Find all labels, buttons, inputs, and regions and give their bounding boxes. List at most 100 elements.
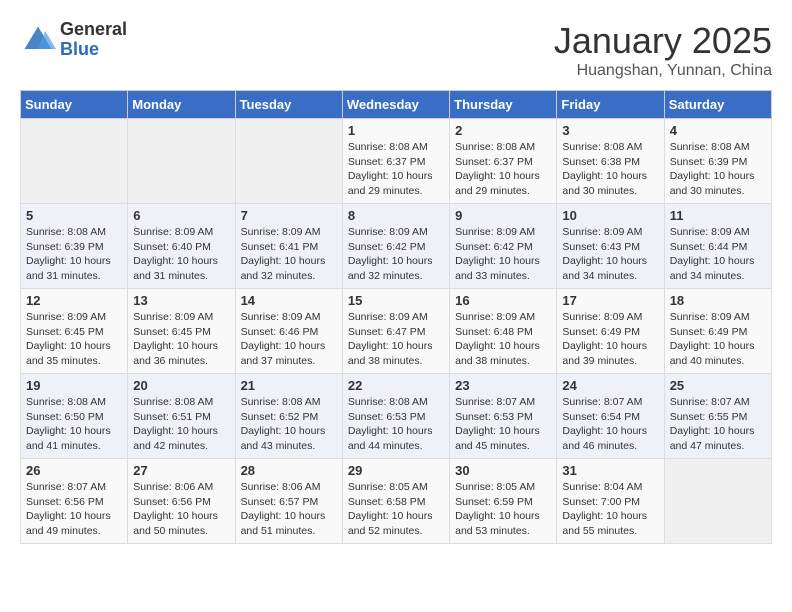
day-info: Sunrise: 8:08 AM Sunset: 6:51 PM Dayligh… bbox=[133, 395, 229, 454]
day-number: 6 bbox=[133, 208, 229, 223]
day-info: Sunrise: 8:09 AM Sunset: 6:42 PM Dayligh… bbox=[455, 225, 551, 284]
day-number: 16 bbox=[455, 293, 551, 308]
table-row: 27Sunrise: 8:06 AM Sunset: 6:56 PM Dayli… bbox=[128, 459, 235, 544]
day-number: 19 bbox=[26, 378, 122, 393]
table-row: 10 Sunrise: 8:09 AM Sunset: 6:43 PM Dayli… bbox=[557, 204, 664, 289]
table-row: 18 Sunrise: 8:09 AM Sunset: 6:49 PM Dayli… bbox=[664, 289, 771, 374]
table-row: 17 Sunrise: 8:09 AM Sunset: 6:49 PM Dayli… bbox=[557, 289, 664, 374]
table-row: 9 Sunrise: 8:09 AM Sunset: 6:42 PM Daylig… bbox=[450, 204, 557, 289]
weekday-monday: Monday bbox=[128, 91, 235, 119]
table-row: 11 Sunrise: 8:09 AM Sunset: 6:44 PM Dayli… bbox=[664, 204, 771, 289]
day-number: 15 bbox=[348, 293, 444, 308]
day-info: Sunrise: 8:05 AM Sunset: 6:59 PM Dayligh… bbox=[455, 480, 551, 539]
table-row: 12Sunrise: 8:09 AM Sunset: 6:45 PM Dayli… bbox=[21, 289, 128, 374]
day-number: 5 bbox=[26, 208, 122, 223]
day-info: Sunrise: 8:08 AM Sunset: 6:39 PM Dayligh… bbox=[670, 140, 766, 199]
weekday-sunday: Sunday bbox=[21, 91, 128, 119]
day-info: Sunrise: 8:08 AM Sunset: 6:37 PM Dayligh… bbox=[455, 140, 551, 199]
table-row: 29 Sunrise: 8:05 AM Sunset: 6:58 PM Dayli… bbox=[342, 459, 449, 544]
day-info: Sunrise: 8:09 AM Sunset: 6:45 PM Dayligh… bbox=[133, 310, 229, 369]
table-row: 2 Sunrise: 8:08 AM Sunset: 6:37 PM Daylig… bbox=[450, 119, 557, 204]
calendar-table: SundayMondayTuesdayWednesdayThursdayFrid… bbox=[20, 90, 772, 544]
day-number: 23 bbox=[455, 378, 551, 393]
day-number: 31 bbox=[562, 463, 658, 478]
table-row: 21 Sunrise: 8:08 AM Sunset: 6:52 PM Dayli… bbox=[235, 374, 342, 459]
weekday-thursday: Thursday bbox=[450, 91, 557, 119]
day-number: 14 bbox=[241, 293, 337, 308]
weekday-friday: Friday bbox=[557, 91, 664, 119]
day-number: 18 bbox=[670, 293, 766, 308]
day-number: 27 bbox=[133, 463, 229, 478]
day-number: 20 bbox=[133, 378, 229, 393]
day-info: Sunrise: 8:08 AM Sunset: 6:38 PM Dayligh… bbox=[562, 140, 658, 199]
day-number: 8 bbox=[348, 208, 444, 223]
day-number: 22 bbox=[348, 378, 444, 393]
day-number: 7 bbox=[241, 208, 337, 223]
day-info: Sunrise: 8:08 AM Sunset: 6:50 PM Dayligh… bbox=[26, 395, 122, 454]
table-row: 28Sunrise: 8:06 AM Sunset: 6:57 PM Dayli… bbox=[235, 459, 342, 544]
day-info: Sunrise: 8:07 AM Sunset: 6:55 PM Dayligh… bbox=[670, 395, 766, 454]
day-info: Sunrise: 8:09 AM Sunset: 6:47 PM Dayligh… bbox=[348, 310, 444, 369]
day-info: Sunrise: 8:09 AM Sunset: 6:41 PM Dayligh… bbox=[241, 225, 337, 284]
day-info: Sunrise: 8:07 AM Sunset: 6:56 PM Dayligh… bbox=[26, 480, 122, 539]
day-number: 24 bbox=[562, 378, 658, 393]
title-area: January 2025 Huangshan, Yunnan, China bbox=[554, 20, 772, 80]
day-number: 13 bbox=[133, 293, 229, 308]
day-info: Sunrise: 8:09 AM Sunset: 6:42 PM Dayligh… bbox=[348, 225, 444, 284]
day-info: Sunrise: 8:09 AM Sunset: 6:49 PM Dayligh… bbox=[562, 310, 658, 369]
table-row bbox=[21, 119, 128, 204]
logo-blue-text: Blue bbox=[60, 40, 127, 60]
day-info: Sunrise: 8:09 AM Sunset: 6:40 PM Dayligh… bbox=[133, 225, 229, 284]
calendar-body: 1Sunrise: 8:08 AM Sunset: 6:37 PM Daylig… bbox=[21, 119, 772, 544]
logo-text: General Blue bbox=[60, 20, 127, 60]
day-info: Sunrise: 8:07 AM Sunset: 6:54 PM Dayligh… bbox=[562, 395, 658, 454]
logo-general-text: General bbox=[60, 20, 127, 40]
day-info: Sunrise: 8:09 AM Sunset: 6:48 PM Dayligh… bbox=[455, 310, 551, 369]
day-info: Sunrise: 8:09 AM Sunset: 6:44 PM Dayligh… bbox=[670, 225, 766, 284]
table-row: 25 Sunrise: 8:07 AM Sunset: 6:55 PM Dayli… bbox=[664, 374, 771, 459]
day-info: Sunrise: 8:09 AM Sunset: 6:43 PM Dayligh… bbox=[562, 225, 658, 284]
day-number: 21 bbox=[241, 378, 337, 393]
day-number: 29 bbox=[348, 463, 444, 478]
table-row: 5 Sunrise: 8:08 AM Sunset: 6:39 PM Daylig… bbox=[21, 204, 128, 289]
table-row: 1Sunrise: 8:08 AM Sunset: 6:37 PM Daylig… bbox=[342, 119, 449, 204]
table-row: 30Sunrise: 8:05 AM Sunset: 6:59 PM Dayli… bbox=[450, 459, 557, 544]
day-number: 9 bbox=[455, 208, 551, 223]
table-row: 26Sunrise: 8:07 AM Sunset: 6:56 PM Dayli… bbox=[21, 459, 128, 544]
week-row-3: 12Sunrise: 8:09 AM Sunset: 6:45 PM Dayli… bbox=[21, 289, 772, 374]
day-number: 17 bbox=[562, 293, 658, 308]
day-info: Sunrise: 8:08 AM Sunset: 6:39 PM Dayligh… bbox=[26, 225, 122, 284]
table-row: 24 Sunrise: 8:07 AM Sunset: 6:54 PM Dayli… bbox=[557, 374, 664, 459]
table-row bbox=[128, 119, 235, 204]
table-row bbox=[664, 459, 771, 544]
day-info: Sunrise: 8:09 AM Sunset: 6:49 PM Dayligh… bbox=[670, 310, 766, 369]
table-row: 22 Sunrise: 8:08 AM Sunset: 6:53 PM Dayli… bbox=[342, 374, 449, 459]
weekday-tuesday: Tuesday bbox=[235, 91, 342, 119]
day-info: Sunrise: 8:09 AM Sunset: 6:45 PM Dayligh… bbox=[26, 310, 122, 369]
day-info: Sunrise: 8:05 AM Sunset: 6:58 PM Dayligh… bbox=[348, 480, 444, 539]
table-row: 23Sunrise: 8:07 AM Sunset: 6:53 PM Dayli… bbox=[450, 374, 557, 459]
day-number: 10 bbox=[562, 208, 658, 223]
table-row bbox=[235, 119, 342, 204]
table-row: 14Sunrise: 8:09 AM Sunset: 6:46 PM Dayli… bbox=[235, 289, 342, 374]
day-number: 25 bbox=[670, 378, 766, 393]
day-info: Sunrise: 8:08 AM Sunset: 6:53 PM Dayligh… bbox=[348, 395, 444, 454]
header: General Blue January 2025 Huangshan, Yun… bbox=[20, 20, 772, 80]
table-row: 15 Sunrise: 8:09 AM Sunset: 6:47 PM Dayli… bbox=[342, 289, 449, 374]
week-row-5: 26Sunrise: 8:07 AM Sunset: 6:56 PM Dayli… bbox=[21, 459, 772, 544]
table-row: 20 Sunrise: 8:08 AM Sunset: 6:51 PM Dayli… bbox=[128, 374, 235, 459]
day-number: 3 bbox=[562, 123, 658, 138]
day-number: 2 bbox=[455, 123, 551, 138]
day-number: 11 bbox=[670, 208, 766, 223]
weekday-saturday: Saturday bbox=[664, 91, 771, 119]
day-info: Sunrise: 8:04 AM Sunset: 7:00 PM Dayligh… bbox=[562, 480, 658, 539]
week-row-4: 19 Sunrise: 8:08 AM Sunset: 6:50 PM Dayli… bbox=[21, 374, 772, 459]
day-info: Sunrise: 8:08 AM Sunset: 6:37 PM Dayligh… bbox=[348, 140, 444, 199]
week-row-1: 1Sunrise: 8:08 AM Sunset: 6:37 PM Daylig… bbox=[21, 119, 772, 204]
day-info: Sunrise: 8:08 AM Sunset: 6:52 PM Dayligh… bbox=[241, 395, 337, 454]
day-number: 28 bbox=[241, 463, 337, 478]
weekday-row: SundayMondayTuesdayWednesdayThursdayFrid… bbox=[21, 91, 772, 119]
table-row: 31 Sunrise: 8:04 AM Sunset: 7:00 PM Dayli… bbox=[557, 459, 664, 544]
table-row: 16 Sunrise: 8:09 AM Sunset: 6:48 PM Dayli… bbox=[450, 289, 557, 374]
logo-icon bbox=[20, 22, 56, 58]
